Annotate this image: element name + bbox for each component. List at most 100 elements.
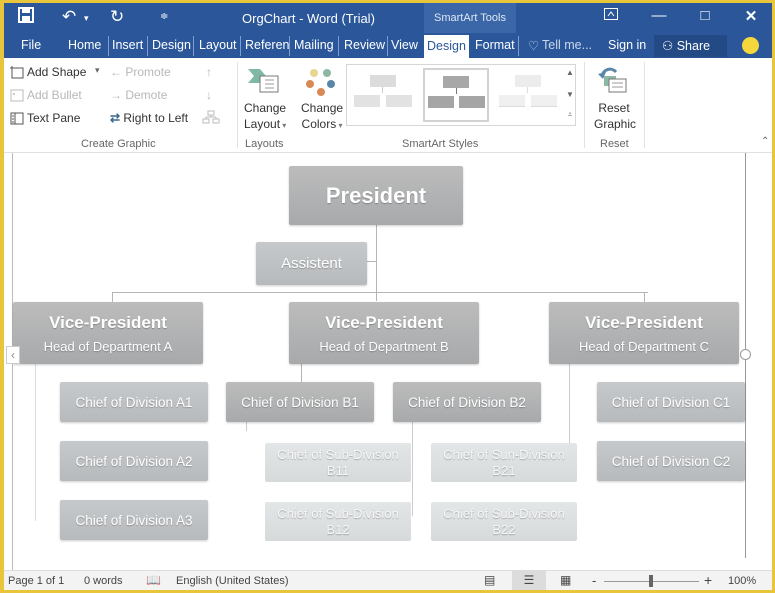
person-add-icon: ⚇ bbox=[662, 39, 674, 53]
tab-design[interactable]: Design bbox=[152, 38, 191, 52]
move-down-icon[interactable]: ↓ bbox=[206, 88, 212, 102]
tab-home[interactable]: Home bbox=[68, 38, 101, 52]
subdivision-label: Chief of Sub-Division bbox=[277, 446, 399, 462]
change-layout-button[interactable]: Change Layout ▾ bbox=[244, 100, 287, 134]
language-indicator[interactable]: English (United States) bbox=[176, 575, 289, 587]
close-button[interactable]: ✕ bbox=[736, 7, 766, 25]
division-label: Chief of Division C1 bbox=[611, 394, 731, 410]
tab-format[interactable]: Format bbox=[475, 38, 515, 52]
gallery-scroll-down-icon[interactable]: ▼ bbox=[564, 90, 576, 99]
add-bullet-button[interactable]: Add Bullet bbox=[10, 88, 82, 102]
division-node-a1[interactable]: Chief of Division A1 bbox=[60, 382, 208, 422]
tell-me-search[interactable]: Tell me... bbox=[542, 38, 592, 52]
zoom-out-button[interactable]: - bbox=[592, 573, 596, 588]
text-pane-toggle-icon[interactable]: ‹ bbox=[6, 346, 20, 364]
smartart-styles-gallery bbox=[346, 64, 576, 126]
gallery-more-icon[interactable]: ⩡ bbox=[564, 110, 576, 120]
change-layout-icon bbox=[246, 67, 280, 100]
tab-view[interactable]: View bbox=[391, 38, 418, 52]
promote-button[interactable]: ← Promote bbox=[110, 65, 171, 79]
tab-review[interactable]: Review bbox=[344, 38, 385, 52]
subdivision-node-b12[interactable]: Chief of Sub-Division B12 bbox=[265, 502, 411, 541]
subdivision-node-b21[interactable]: Chief of Sun-Division B21 bbox=[431, 443, 577, 482]
vp-title: Vice-President bbox=[49, 312, 167, 332]
subdivision-code: B12 bbox=[326, 521, 350, 537]
style-option-1[interactable] bbox=[350, 68, 416, 122]
zoom-in-button[interactable]: + bbox=[704, 572, 712, 588]
feedback-smiley-icon[interactable] bbox=[742, 37, 759, 54]
subdivision-label: Chief of Sub-Division bbox=[277, 505, 399, 521]
org-chart-layout-icon[interactable] bbox=[202, 110, 220, 127]
promote-label: Promote bbox=[125, 65, 171, 79]
save-icon[interactable] bbox=[18, 7, 34, 28]
division-node-b1[interactable]: Chief of Division B1 bbox=[226, 382, 374, 422]
division-label: Chief of Division B2 bbox=[408, 394, 526, 410]
tab-references[interactable]: Referen bbox=[245, 38, 289, 52]
change-colors-button[interactable]: Change Colors ▾ bbox=[301, 100, 343, 134]
maximize-button[interactable]: □ bbox=[690, 7, 720, 24]
vp-node-b[interactable]: Vice-President Head of Department B bbox=[289, 302, 479, 364]
redo-icon[interactable]: ↻ bbox=[110, 7, 124, 27]
style-option-2[interactable] bbox=[423, 68, 489, 122]
zoom-level[interactable]: 100% bbox=[728, 575, 756, 587]
tab-insert[interactable]: Insert bbox=[112, 38, 143, 52]
undo-icon[interactable]: ↶ bbox=[62, 7, 76, 27]
division-label: Chief of Division C2 bbox=[611, 453, 731, 469]
proofing-icon[interactable]: 📖 bbox=[146, 573, 161, 587]
print-layout-icon[interactable]: ☰ bbox=[512, 571, 546, 590]
vp-node-a[interactable]: Vice-President Head of Department A bbox=[13, 302, 203, 364]
group-label-smartart-styles: SmartArt Styles bbox=[402, 138, 479, 150]
read-mode-icon[interactable]: ▤ bbox=[484, 573, 495, 587]
reset-graphic-button[interactable]: Reset Graphic bbox=[594, 100, 636, 132]
tab-smartart-design[interactable]: Design bbox=[424, 35, 469, 58]
resize-handle[interactable] bbox=[740, 349, 751, 360]
document-area: President Assistent Vice-President Head … bbox=[4, 153, 772, 570]
subdivision-node-b22[interactable]: Chief of Sub-Division B22 bbox=[431, 502, 577, 541]
assistant-node[interactable]: Assistent bbox=[256, 242, 367, 285]
tab-layout[interactable]: Layout bbox=[199, 38, 237, 52]
style-option-3[interactable] bbox=[495, 68, 561, 122]
word-count[interactable]: 0 words bbox=[84, 575, 123, 587]
tab-mailings[interactable]: Mailing bbox=[294, 38, 334, 52]
change-colors-label-1: Change bbox=[301, 101, 344, 115]
add-shape-dropdown-icon[interactable]: ▾ bbox=[95, 65, 100, 76]
right-to-left-button[interactable]: ⇄ Right to Left bbox=[110, 111, 188, 125]
gallery-scroll-up-icon[interactable]: ▲ bbox=[564, 68, 576, 77]
division-node-a2[interactable]: Chief of Division A2 bbox=[60, 441, 208, 481]
web-layout-icon[interactable]: ▦ bbox=[560, 573, 571, 587]
window-title: OrgChart - Word (Trial) bbox=[242, 11, 375, 26]
tab-file[interactable]: File bbox=[21, 38, 41, 52]
add-shape-label: Add Shape bbox=[27, 65, 87, 79]
word-window: ↶ ▾ ↻ ≑ OrgChart - Word (Trial) SmartArt… bbox=[4, 3, 772, 590]
group-label-create-graphic: Create Graphic bbox=[81, 138, 156, 150]
zoom-slider-thumb[interactable] bbox=[649, 575, 653, 587]
vp-title: Vice-President bbox=[585, 312, 703, 332]
collapse-ribbon-icon[interactable]: ⌃ bbox=[761, 136, 769, 147]
division-node-c2[interactable]: Chief of Division C2 bbox=[597, 441, 745, 481]
text-pane-icon bbox=[10, 112, 24, 125]
vp-node-c[interactable]: Vice-President Head of Department C bbox=[549, 302, 739, 364]
division-node-b2[interactable]: Chief of Division B2 bbox=[393, 382, 541, 422]
share-button[interactable]: ⚇ Share bbox=[654, 35, 727, 57]
add-shape-button[interactable]: Add Shape bbox=[10, 65, 86, 79]
text-pane-button[interactable]: Text Pane bbox=[10, 111, 80, 125]
title-bar: ↶ ▾ ↻ ≑ OrgChart - Word (Trial) SmartArt… bbox=[4, 3, 772, 33]
change-layout-label-1: Change bbox=[244, 101, 287, 115]
president-node[interactable]: President bbox=[289, 166, 463, 225]
ribbon-tabs: File Home Insert Design Layout Referen M… bbox=[4, 33, 772, 58]
customize-quick-access-icon[interactable]: ≑ bbox=[160, 11, 168, 22]
move-up-icon[interactable]: ↑ bbox=[206, 65, 212, 79]
group-label-reset: Reset bbox=[600, 138, 629, 150]
page-count[interactable]: Page 1 of 1 bbox=[8, 575, 64, 587]
subdivision-code: B21 bbox=[492, 462, 516, 478]
division-node-a3[interactable]: Chief of Division A3 bbox=[60, 500, 208, 540]
sign-in-link[interactable]: Sign in bbox=[608, 38, 646, 52]
undo-dropdown-icon[interactable]: ▾ bbox=[84, 13, 89, 24]
ribbon-display-options-icon[interactable] bbox=[596, 7, 626, 24]
minimize-button[interactable]: — bbox=[644, 7, 674, 24]
change-colors-icon bbox=[306, 67, 336, 102]
division-node-c1[interactable]: Chief of Division C1 bbox=[597, 382, 745, 422]
add-bullet-label: Add Bullet bbox=[27, 88, 82, 102]
demote-button[interactable]: → Demote bbox=[110, 88, 167, 102]
subdivision-node-b11[interactable]: Chief of Sub-Division B11 bbox=[265, 443, 411, 482]
